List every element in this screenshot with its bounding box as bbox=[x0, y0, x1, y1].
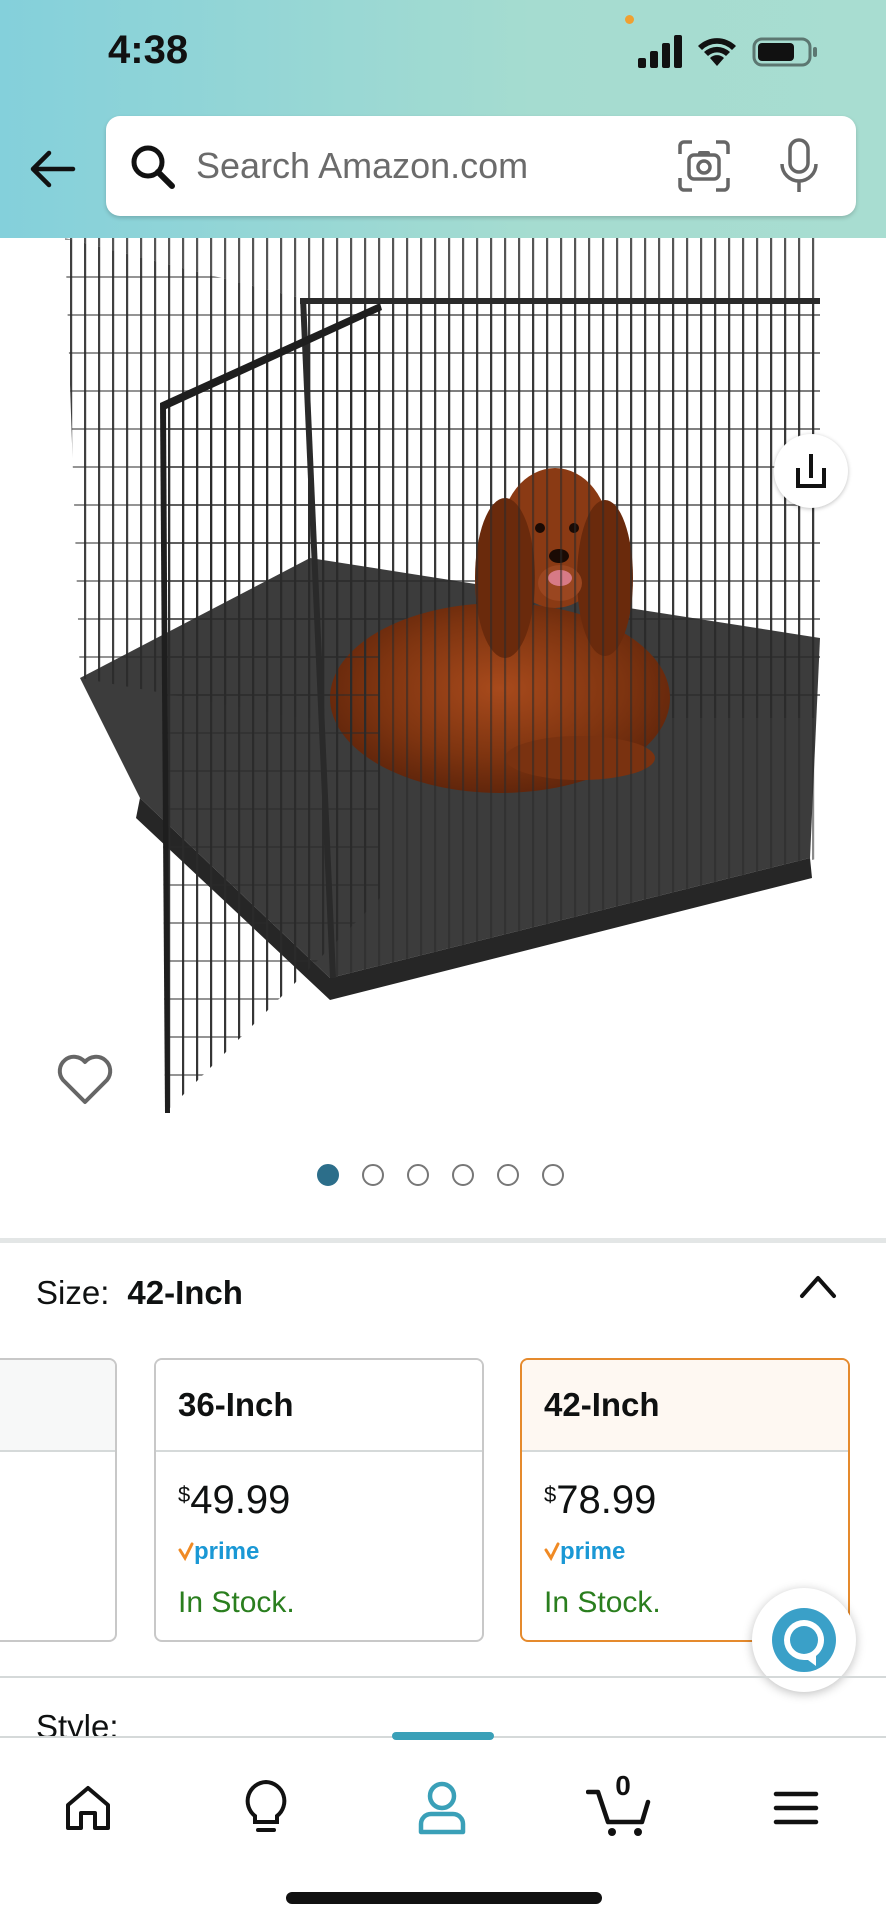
pagination-dot[interactable] bbox=[407, 1164, 429, 1186]
menu-icon bbox=[773, 1791, 819, 1825]
product-photo bbox=[65, 238, 820, 1113]
wifi-icon bbox=[698, 38, 736, 66]
chevron-up-icon[interactable] bbox=[798, 1272, 838, 1300]
bottom-navigation: 0 bbox=[0, 1732, 886, 1920]
heart-icon[interactable] bbox=[56, 1052, 114, 1106]
search-icon bbox=[131, 145, 175, 189]
price-value: 78.99 bbox=[556, 1478, 657, 1522]
nav-home[interactable] bbox=[48, 1768, 128, 1848]
image-pagination bbox=[0, 1164, 886, 1188]
size-option-name bbox=[0, 1360, 115, 1452]
battery-icon bbox=[752, 37, 817, 67]
size-selector-header: Size: 42-Inch bbox=[36, 1274, 243, 1312]
size-option-card[interactable]: 36-Inch $49.99 prime In Stock. bbox=[154, 1358, 484, 1642]
home-indicator[interactable] bbox=[286, 1892, 602, 1904]
stock-status: In Stock. bbox=[544, 1586, 661, 1619]
cart-count: 0 bbox=[615, 1770, 631, 1801]
nav-menu[interactable] bbox=[756, 1768, 836, 1848]
price-symbol: $ bbox=[178, 1482, 191, 1507]
pagination-dot[interactable] bbox=[542, 1164, 564, 1186]
lightbulb-icon bbox=[245, 1779, 287, 1832]
section-divider bbox=[0, 1676, 886, 1678]
prime-badge: prime bbox=[178, 1538, 259, 1565]
privacy-indicator bbox=[625, 15, 634, 24]
cellular-signal-icon bbox=[638, 35, 682, 68]
nav-account[interactable] bbox=[402, 1768, 482, 1848]
size-option-name: 42-Inch bbox=[522, 1360, 848, 1452]
pagination-dot[interactable] bbox=[497, 1164, 519, 1186]
active-tab-indicator bbox=[392, 1732, 494, 1740]
share-icon bbox=[796, 454, 826, 488]
size-option-price: $49.99 bbox=[178, 1478, 290, 1523]
price-symbol: $ bbox=[544, 1482, 557, 1507]
back-button[interactable] bbox=[22, 138, 84, 200]
camera-icon[interactable] bbox=[676, 138, 732, 194]
product-page: 4:38 Search Amazon.com Size: 42-Inch 36-… bbox=[0, 0, 886, 1920]
size-option-price: $78.99 bbox=[544, 1478, 656, 1523]
stock-status: In Stock. bbox=[178, 1586, 295, 1619]
share-button[interactable] bbox=[774, 434, 848, 508]
home-icon bbox=[66, 1786, 110, 1830]
product-image[interactable] bbox=[0, 238, 886, 1138]
nav-cart[interactable]: 0 bbox=[580, 1768, 660, 1848]
nav-inspire[interactable] bbox=[226, 1768, 306, 1848]
pagination-dot[interactable] bbox=[317, 1164, 339, 1186]
section-divider bbox=[0, 1238, 886, 1243]
status-time: 4:38 bbox=[108, 28, 189, 72]
size-selected-value: 42-Inch bbox=[127, 1274, 243, 1311]
pagination-dot[interactable] bbox=[452, 1164, 474, 1186]
size-option-card[interactable] bbox=[0, 1358, 117, 1642]
account-icon bbox=[418, 1781, 466, 1835]
search-input[interactable] bbox=[196, 136, 656, 196]
alexa-icon bbox=[772, 1608, 836, 1672]
pagination-dot[interactable] bbox=[362, 1164, 384, 1186]
back-arrow-icon bbox=[30, 150, 76, 188]
search-bar[interactable] bbox=[106, 116, 856, 216]
size-label: Size: bbox=[36, 1274, 110, 1311]
size-option-name: 36-Inch bbox=[156, 1360, 482, 1452]
prime-label: prime bbox=[194, 1538, 259, 1565]
prime-badge: prime bbox=[544, 1538, 625, 1565]
microphone-icon[interactable] bbox=[776, 136, 822, 196]
header: 4:38 bbox=[0, 0, 886, 238]
price-value: 49.99 bbox=[190, 1478, 291, 1522]
prime-label: prime bbox=[560, 1538, 625, 1565]
